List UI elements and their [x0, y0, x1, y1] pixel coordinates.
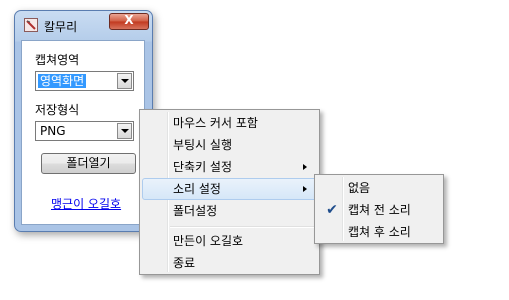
menu-item-label: 단축키 설정: [173, 160, 233, 174]
capture-area-select[interactable]: 영역화면: [35, 71, 134, 91]
menu-item-label: 만든이 오길호: [173, 234, 244, 248]
menu-item-label: 종료: [173, 256, 196, 270]
open-folder-button[interactable]: 폴더열기: [41, 153, 136, 174]
app-icon: [24, 18, 38, 32]
sound-submenu: 없음 ✔ 캡쳐 전 소리 캡쳐 후 소리: [314, 174, 444, 244]
app-window: 칼무리 X 캡쳐영역 영역화면 저장형식 PNG 폴더열기 맹근이 오길호: [14, 10, 153, 232]
client-area: 캡쳐영역 영역화면 저장형식 PNG 폴더열기 맹근이 오길호: [21, 40, 145, 225]
chevron-down-icon: [121, 129, 129, 133]
menu-item-label: 소리 설정: [173, 182, 221, 196]
knife-icon: [26, 20, 36, 30]
close-icon: X: [124, 13, 134, 27]
menu-item-folder-settings[interactable]: 폴더설정: [142, 200, 317, 222]
checkmark-icon: ✔: [326, 202, 338, 218]
context-menu: 마우스 커서 포함 부팅시 실행 단축키 설정 소리 설정 폴더설정 만든이 오…: [139, 109, 320, 275]
submenu-item-label: 캡쳐 전 소리: [348, 203, 411, 217]
chevron-down-icon: [121, 79, 129, 83]
submenu-item-sound-after-capture[interactable]: 캡쳐 후 소리: [317, 221, 441, 243]
menu-item-exit[interactable]: 종료: [142, 252, 317, 274]
menu-item-label: 마우스 커서 포함: [173, 116, 258, 130]
submenu-arrow-icon: [303, 164, 307, 170]
submenu-item-label: 캡쳐 후 소리: [348, 225, 411, 239]
close-button[interactable]: X: [109, 13, 149, 30]
menu-item-label: 부팅시 실행: [173, 138, 233, 152]
menu-item-label: 폴더설정: [173, 204, 218, 218]
menu-item-author[interactable]: 만든이 오길호: [142, 230, 317, 252]
menu-item-include-cursor[interactable]: 마우스 커서 포함: [142, 112, 317, 134]
author-link[interactable]: 맹근이 오길호: [51, 195, 121, 212]
save-format-label: 저장형식: [35, 103, 80, 117]
window-title: 칼무리: [44, 20, 78, 34]
submenu-item-sound-before-capture[interactable]: ✔ 캡쳐 전 소리: [317, 199, 441, 221]
menu-item-sound-settings[interactable]: 소리 설정: [142, 178, 317, 200]
submenu-item-label: 없음: [348, 181, 371, 195]
save-format-select[interactable]: PNG: [35, 121, 134, 141]
capture-area-label: 캡쳐영역: [35, 53, 80, 67]
dropdown-arrow-button[interactable]: [117, 123, 132, 139]
menu-separator: [170, 226, 315, 228]
capture-area-value: 영역화면: [38, 74, 87, 88]
submenu-arrow-icon: [303, 186, 307, 192]
menu-item-hotkey-settings[interactable]: 단축키 설정: [142, 156, 317, 178]
submenu-item-none[interactable]: 없음: [317, 177, 441, 199]
save-format-value: PNG: [40, 124, 66, 138]
menu-item-run-at-startup[interactable]: 부팅시 실행: [142, 134, 317, 156]
title-bar[interactable]: 칼무리 X: [15, 11, 152, 39]
dropdown-arrow-button[interactable]: [117, 73, 132, 89]
